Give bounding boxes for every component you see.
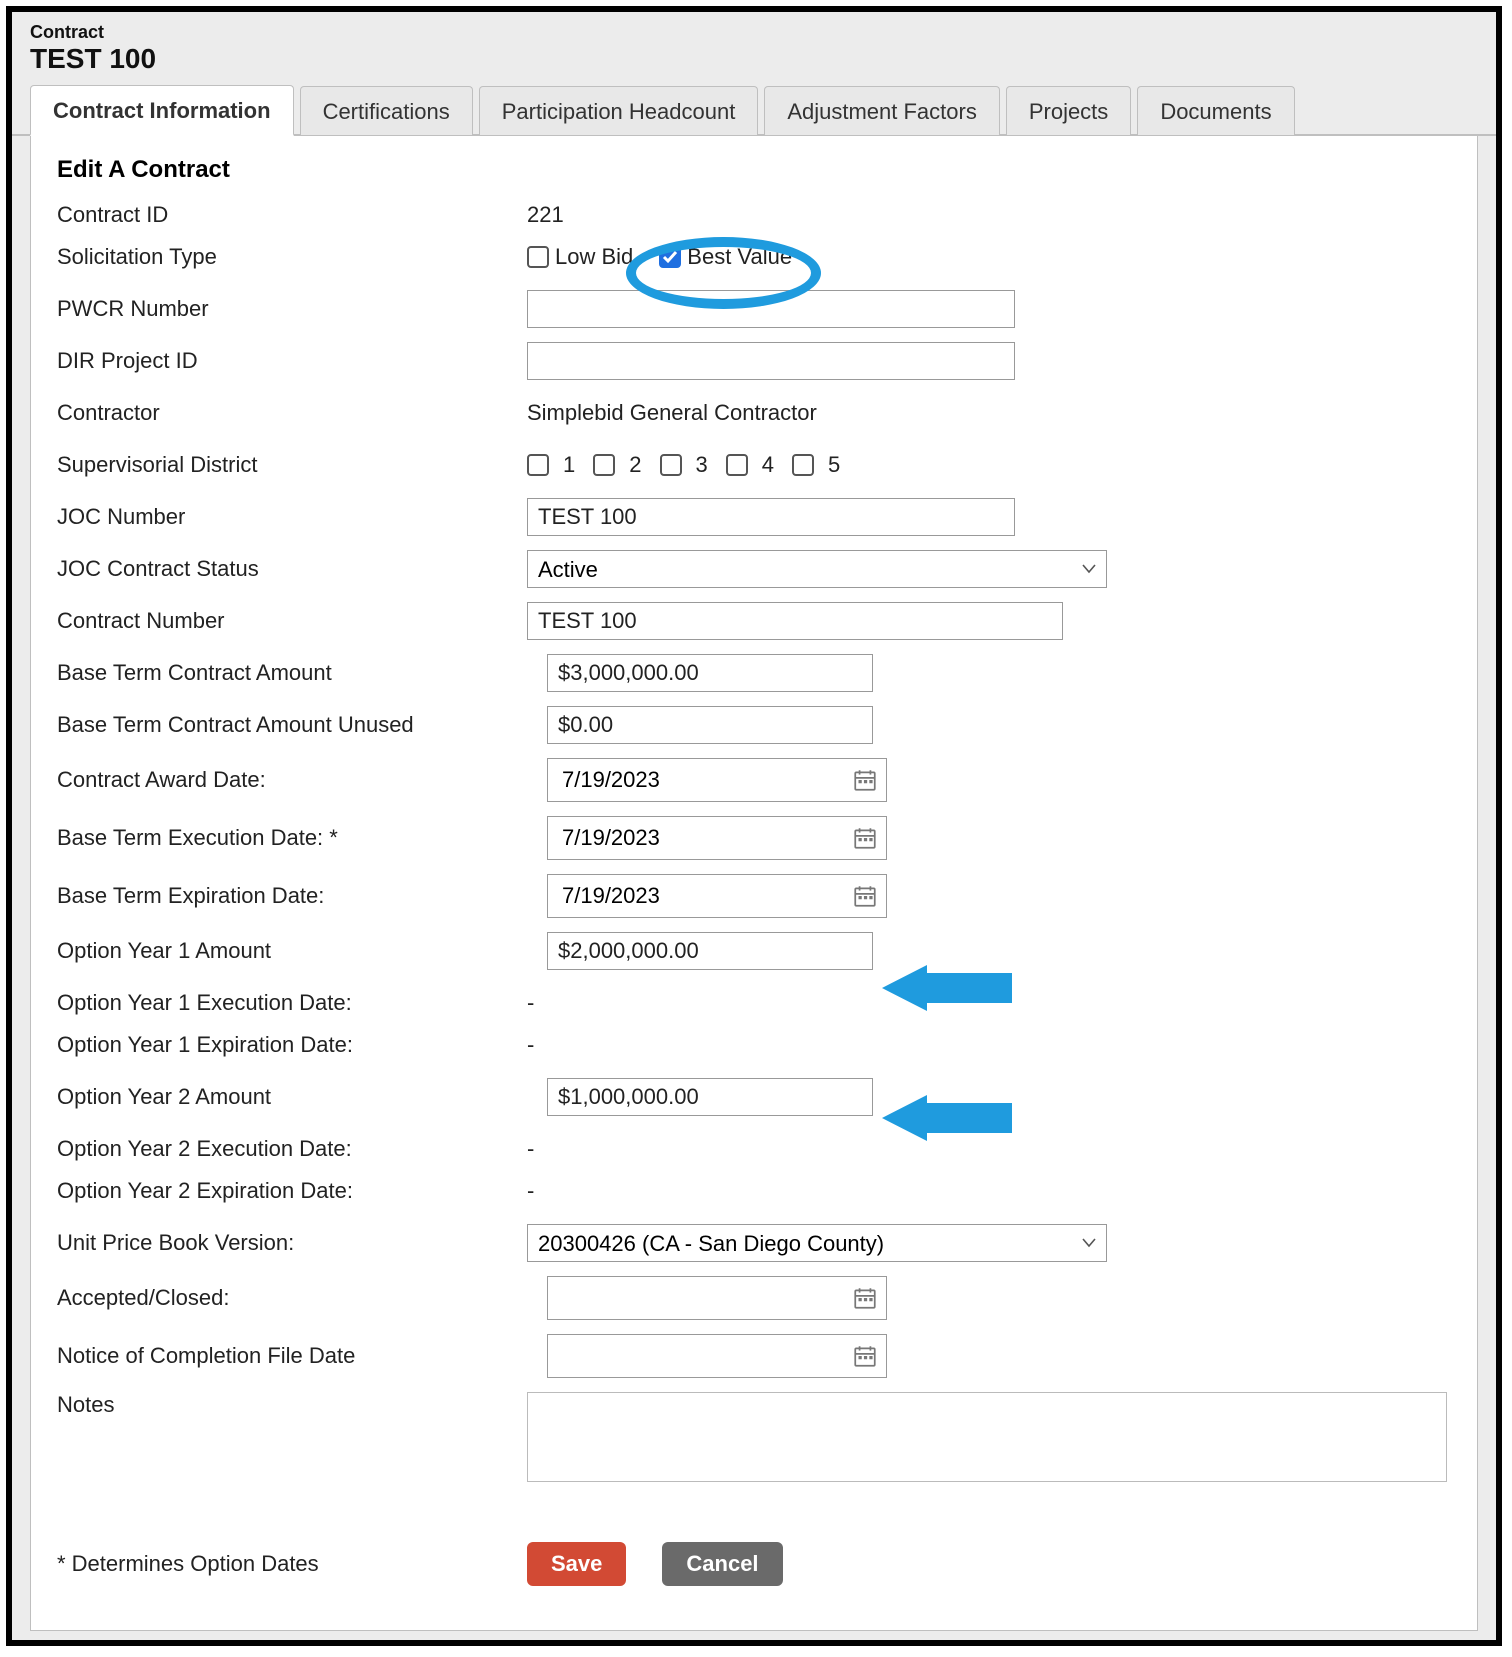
textarea-notes[interactable] bbox=[527, 1392, 1447, 1482]
label-solicitation-type: Solicitation Type bbox=[57, 244, 527, 270]
label-contract-id: Contract ID bbox=[57, 202, 527, 228]
label-pwcr-number: PWCR Number bbox=[57, 296, 527, 322]
input-accepted-closed[interactable] bbox=[560, 1284, 852, 1312]
input-pwcr-number[interactable] bbox=[527, 290, 1015, 328]
breadcrumb: Contract bbox=[12, 12, 1496, 43]
label-base-term-exp-date: Base Term Expiration Date: bbox=[57, 883, 527, 909]
checkbox-district-1[interactable] bbox=[527, 454, 549, 476]
label-base-term-amount-unused: Base Term Contract Amount Unused bbox=[57, 712, 527, 738]
tab-label: Documents bbox=[1160, 99, 1271, 124]
label-joc-contract-status: JOC Contract Status bbox=[57, 556, 527, 582]
date-base-term-exp[interactable] bbox=[547, 874, 887, 918]
calendar-icon[interactable] bbox=[852, 1285, 878, 1311]
button-label: Cancel bbox=[686, 1551, 758, 1577]
checkbox-district-3[interactable] bbox=[660, 454, 682, 476]
date-base-term-exec[interactable] bbox=[547, 816, 887, 860]
tab-label: Contract Information bbox=[53, 98, 271, 123]
label-opt1-exec: Option Year 1 Execution Date: bbox=[57, 990, 527, 1016]
label-notice-completion: Notice of Completion File Date bbox=[57, 1343, 527, 1369]
section-title: Edit A Contract bbox=[57, 156, 1451, 184]
input-base-term-amount-unused[interactable] bbox=[547, 706, 873, 744]
date-notice-completion[interactable] bbox=[547, 1334, 887, 1378]
label-base-term-amount: Base Term Contract Amount bbox=[57, 660, 527, 686]
district-label: 4 bbox=[762, 452, 774, 478]
input-dir-project-id[interactable] bbox=[527, 342, 1015, 380]
content-panel: Edit A Contract Contract ID 221 Solicita… bbox=[30, 136, 1478, 1631]
checkbox-label-best-value: Best Value bbox=[687, 244, 792, 270]
tab-label: Certifications bbox=[323, 99, 450, 124]
district-label: 2 bbox=[629, 452, 641, 478]
label-notes: Notes bbox=[57, 1392, 527, 1418]
date-contract-award[interactable] bbox=[547, 758, 887, 802]
district-label: 1 bbox=[563, 452, 575, 478]
district-label: 5 bbox=[828, 452, 840, 478]
select-joc-contract-status[interactable]: Active bbox=[527, 550, 1107, 588]
input-opt1-amount[interactable] bbox=[547, 932, 873, 970]
tab-label: Projects bbox=[1029, 99, 1108, 124]
tab-contract-information[interactable]: Contract Information bbox=[30, 85, 294, 136]
checkbox-district-2[interactable] bbox=[593, 454, 615, 476]
tab-documents[interactable]: Documents bbox=[1137, 86, 1294, 135]
checkbox-low-bid[interactable] bbox=[527, 246, 549, 268]
checkbox-district-4[interactable] bbox=[726, 454, 748, 476]
tab-projects[interactable]: Projects bbox=[1006, 86, 1131, 135]
input-notice-completion[interactable] bbox=[560, 1342, 852, 1370]
cancel-button[interactable]: Cancel bbox=[662, 1542, 782, 1586]
calendar-icon[interactable] bbox=[852, 1343, 878, 1369]
input-contract-number[interactable] bbox=[527, 602, 1063, 640]
value-contractor: Simplebid General Contractor bbox=[527, 400, 817, 426]
tab-adjustment-factors[interactable]: Adjustment Factors bbox=[764, 86, 1000, 135]
input-contract-award-date[interactable] bbox=[560, 766, 852, 794]
label-opt1-amount: Option Year 1 Amount bbox=[57, 938, 527, 964]
tab-bar: Contract Information Certifications Part… bbox=[12, 83, 1496, 136]
label-contract-award-date: Contract Award Date: bbox=[57, 767, 527, 793]
label-dir-project-id: DIR Project ID bbox=[57, 348, 527, 374]
input-opt2-amount[interactable] bbox=[547, 1078, 873, 1116]
save-button[interactable]: Save bbox=[527, 1542, 626, 1586]
label-contractor: Contractor bbox=[57, 400, 527, 426]
calendar-icon[interactable] bbox=[852, 767, 878, 793]
label-supervisorial-district: Supervisorial District bbox=[57, 452, 527, 478]
checkbox-best-value[interactable] bbox=[659, 246, 681, 268]
input-base-term-exp-date[interactable] bbox=[560, 882, 852, 910]
page-title: TEST 100 bbox=[12, 43, 1496, 83]
district-label: 3 bbox=[696, 452, 708, 478]
label-opt2-exec: Option Year 2 Execution Date: bbox=[57, 1136, 527, 1162]
calendar-icon[interactable] bbox=[852, 825, 878, 851]
tab-label: Participation Headcount bbox=[502, 99, 736, 124]
value-opt2-exp: - bbox=[527, 1178, 534, 1204]
tab-certifications[interactable]: Certifications bbox=[300, 86, 473, 135]
label-base-term-exec-date: Base Term Execution Date: * bbox=[57, 825, 527, 851]
label-unit-price-book: Unit Price Book Version: bbox=[57, 1230, 527, 1256]
input-base-term-amount[interactable] bbox=[547, 654, 873, 692]
label-contract-number: Contract Number bbox=[57, 608, 527, 634]
tab-label: Adjustment Factors bbox=[787, 99, 977, 124]
date-accepted-closed[interactable] bbox=[547, 1276, 887, 1320]
label-opt2-amount: Option Year 2 Amount bbox=[57, 1084, 527, 1110]
input-base-term-exec-date[interactable] bbox=[560, 824, 852, 852]
value-contract-id: 221 bbox=[527, 202, 564, 228]
checkbox-label-low-bid: Low Bid bbox=[555, 244, 633, 270]
select-unit-price-book[interactable]: 20300426 (CA - San Diego County) bbox=[527, 1224, 1107, 1262]
calendar-icon[interactable] bbox=[852, 883, 878, 909]
value-opt1-exp: - bbox=[527, 1032, 534, 1058]
value-opt2-exec: - bbox=[527, 1136, 534, 1162]
app-window: Contract TEST 100 Contract Information C… bbox=[6, 6, 1502, 1646]
tab-participation-headcount[interactable]: Participation Headcount bbox=[479, 86, 759, 135]
value-opt1-exec: - bbox=[527, 990, 534, 1016]
input-joc-number[interactable] bbox=[527, 498, 1015, 536]
label-opt2-exp: Option Year 2 Expiration Date: bbox=[57, 1178, 527, 1204]
footnote: * Determines Option Dates bbox=[57, 1551, 527, 1577]
button-label: Save bbox=[551, 1551, 602, 1577]
label-opt1-exp: Option Year 1 Expiration Date: bbox=[57, 1032, 527, 1058]
label-accepted-closed: Accepted/Closed: bbox=[57, 1285, 527, 1311]
checkbox-district-5[interactable] bbox=[792, 454, 814, 476]
label-joc-number: JOC Number bbox=[57, 504, 527, 530]
